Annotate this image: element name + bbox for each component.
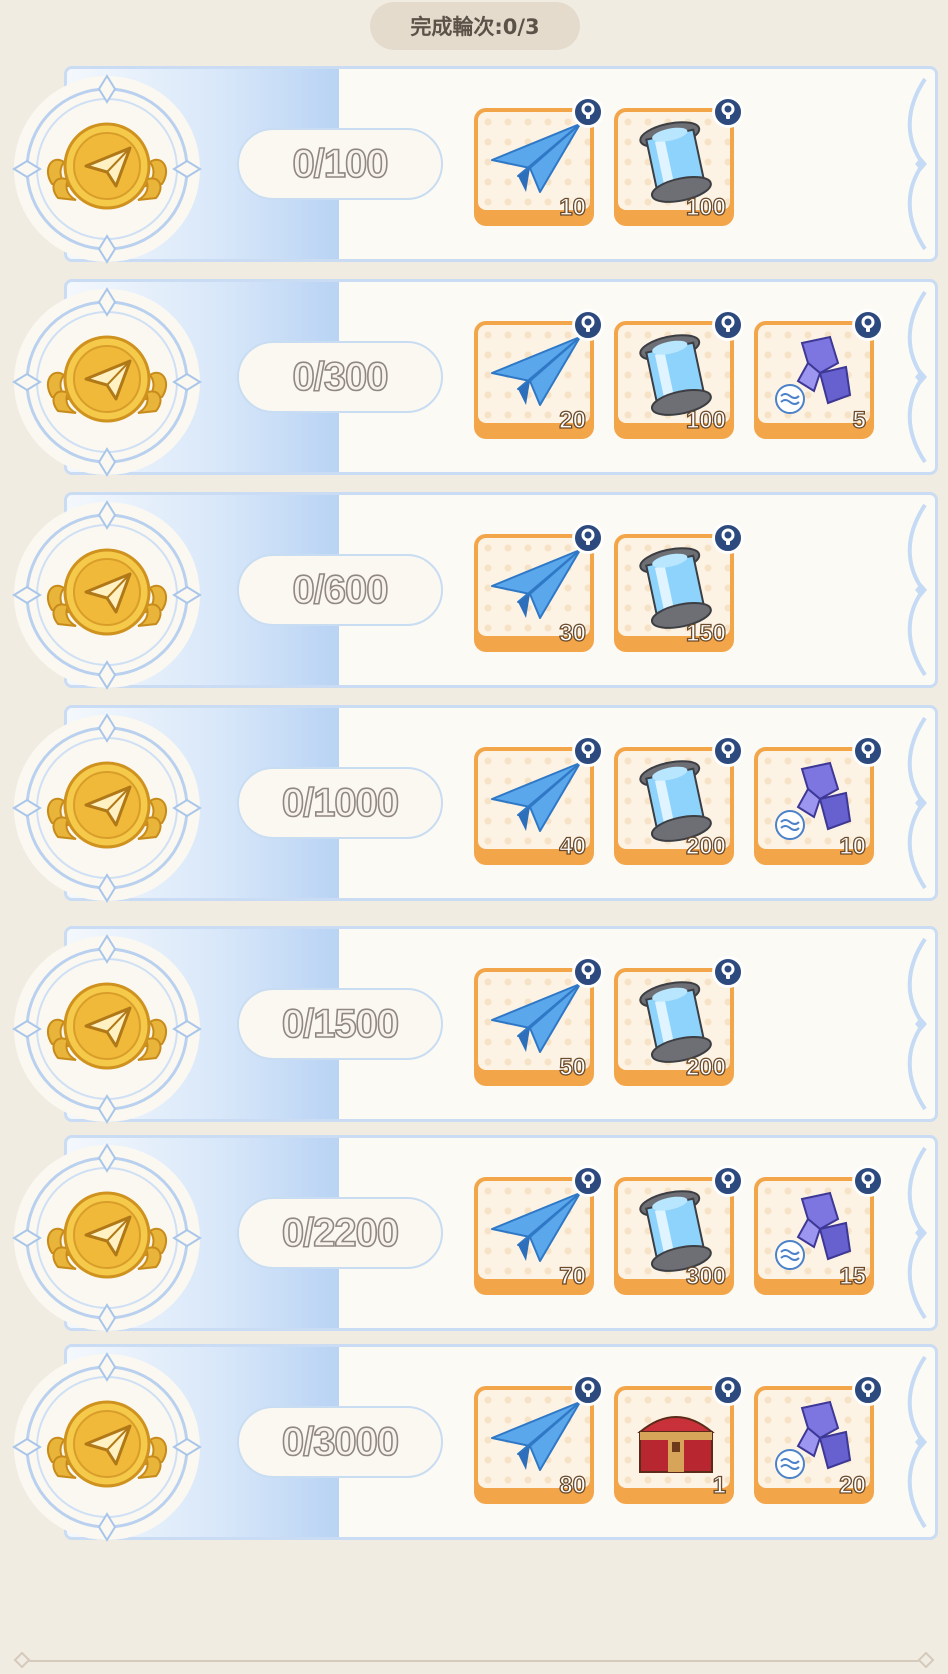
tier-progress: 0/600 [237,554,443,626]
reward-quantity: 20 [559,406,587,434]
lock-icon [572,309,604,341]
reward-quantity: 200 [685,832,726,860]
tier-row: 0/300 20 100 5 [0,277,948,477]
lock-icon [712,1374,744,1406]
reward-item[interactable]: 100 [614,309,744,439]
tier-progress: 0/300 [237,341,443,413]
reward-quantity: 40 [559,832,587,860]
tier-row: 0/100 10 100 [0,64,948,264]
reward-item[interactable]: 10 [754,735,884,865]
reward-quantity: 15 [839,1262,867,1290]
reward-quantity: 300 [685,1262,726,1290]
tier-progress: 0/3000 [237,1406,443,1478]
reward-quantity: 20 [839,1471,867,1499]
reward-item[interactable]: 20 [474,309,604,439]
reward-list: 40 200 10 [474,735,884,867]
tier-progress: 0/1500 [237,988,443,1060]
reward-quantity: 10 [559,193,587,221]
medal-icon [12,713,202,903]
lock-icon [852,1165,884,1197]
reward-item[interactable]: 100 [614,96,744,226]
reward-list: 80 1 20 [474,1374,884,1506]
footer-ornament-right [917,1651,935,1669]
medal-icon [12,934,202,1124]
reward-item[interactable]: 5 [754,309,884,439]
tier-row: 0/1500 50 200 [0,924,948,1124]
lock-icon [712,1165,744,1197]
lock-icon [852,1374,884,1406]
reward-list: 10 100 [474,96,744,228]
medal-icon [12,500,202,690]
lock-icon [712,309,744,341]
reward-quantity: 200 [685,1053,726,1081]
reward-item[interactable]: 200 [614,956,744,1086]
lock-icon [712,522,744,554]
tier-row: 0/600 30 150 [0,490,948,690]
reward-item[interactable]: 70 [474,1165,604,1295]
reward-item[interactable]: 300 [614,1165,744,1295]
footer-ornament-left [13,1651,31,1669]
reward-item[interactable]: 10 [474,96,604,226]
lock-icon [572,735,604,767]
reward-list: 50 200 [474,956,744,1088]
reward-item[interactable]: 50 [474,956,604,1086]
medal-icon [12,1143,202,1333]
reward-quantity: 150 [685,619,726,647]
tier-row: 0/2200 70 300 15 [0,1133,948,1333]
reward-quantity: 5 [852,406,867,434]
lock-icon [572,96,604,128]
rounds-completed-label: 完成輪次:0/3 [370,2,580,50]
footer-divider [22,1660,926,1662]
tier-progress: 0/2200 [237,1197,443,1269]
tier-row: 0/1000 40 200 10 [0,703,948,903]
reward-quantity: 70 [559,1262,587,1290]
reward-item[interactable]: 1 [614,1374,744,1504]
reward-quantity: 30 [559,619,587,647]
reward-item[interactable]: 40 [474,735,604,865]
lock-icon [572,1374,604,1406]
reward-quantity: 10 [839,832,867,860]
reward-quantity: 50 [559,1053,587,1081]
reward-item[interactable]: 200 [614,735,744,865]
tier-progress: 0/100 [237,128,443,200]
lock-icon [712,96,744,128]
lock-icon [852,735,884,767]
reward-quantity: 100 [685,406,726,434]
tier-progress: 0/1000 [237,767,443,839]
tier-row: 0/3000 80 1 20 [0,1342,948,1542]
medal-icon [12,1352,202,1542]
reward-quantity: 80 [559,1471,587,1499]
reward-quantity: 100 [685,193,726,221]
lock-icon [572,956,604,988]
reward-list: 20 100 5 [474,309,884,441]
lock-icon [712,735,744,767]
lock-icon [852,309,884,341]
reward-item[interactable]: 30 [474,522,604,652]
lock-icon [572,1165,604,1197]
reward-quantity: 1 [712,1471,727,1499]
reward-list: 70 300 15 [474,1165,884,1297]
reward-item[interactable]: 20 [754,1374,884,1504]
medal-icon [12,287,202,477]
lock-icon [572,522,604,554]
medal-icon [12,74,202,264]
reward-item[interactable]: 150 [614,522,744,652]
reward-item[interactable]: 80 [474,1374,604,1504]
reward-list: 30 150 [474,522,744,654]
lock-icon [712,956,744,988]
reward-item[interactable]: 15 [754,1165,884,1295]
